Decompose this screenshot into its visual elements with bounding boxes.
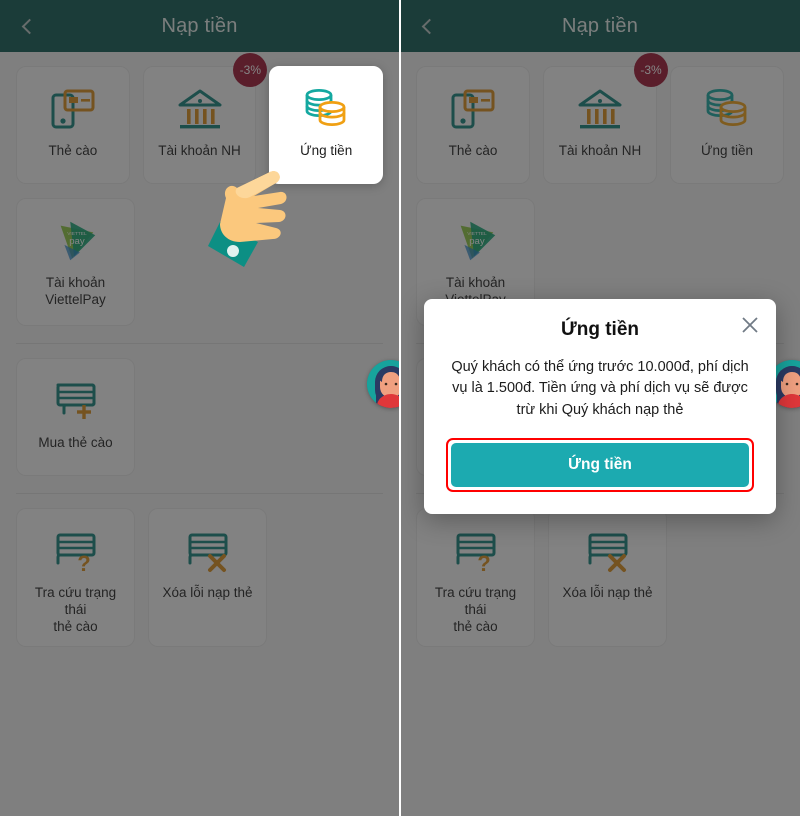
card-question-icon bbox=[50, 523, 102, 579]
topup-methods-row: Thẻ cào -3% Tài khoản NH Ứng tiền bbox=[16, 52, 384, 184]
card-the-cao[interactable]: Thẻ cào bbox=[16, 66, 130, 184]
buy-card-row: Mua thẻ cào bbox=[16, 344, 383, 476]
chevron-left-icon bbox=[421, 18, 437, 34]
back-button[interactable] bbox=[14, 11, 40, 41]
card-label: Xóa lỗi nạp thẻ bbox=[162, 585, 252, 602]
card-label: Ứng tiền bbox=[700, 143, 754, 158]
app-header-2: Nạp tiền bbox=[400, 0, 800, 52]
card-label-line2: thẻ cào bbox=[53, 618, 98, 634]
card-tai-khoan-nh-2[interactable]: -3% Tài khoản NH bbox=[543, 53, 668, 184]
dialog-title: Ứng tiền bbox=[560, 319, 640, 340]
screenshot-root: Nạp tiền Thẻ cào -3% Tài khoản NH Ứng ti… bbox=[0, 0, 800, 816]
app-header: Nạp tiền bbox=[0, 0, 399, 52]
bank-icon bbox=[174, 81, 226, 137]
card-x-icon bbox=[182, 523, 234, 579]
page-title-2: Nạp tiền bbox=[561, 14, 639, 37]
panel-divider bbox=[399, 0, 401, 816]
screen-right: Nạp tiền Thẻ cào -3% Tài khoản NH Ứng ti… bbox=[400, 0, 800, 816]
card-tai-khoan-viettelpay[interactable]: Tài khoản ViettelPay bbox=[16, 198, 135, 326]
card-ung-tien-2[interactable]: Ứng tiền bbox=[670, 66, 784, 184]
card-label: Tra cứu trạng thái thẻ cào bbox=[23, 585, 128, 636]
card-label: Tài khoản NH bbox=[558, 143, 642, 158]
card-label-line1: Tra cứu trạng thái bbox=[434, 585, 517, 617]
card-label: Ứng tiền bbox=[300, 143, 353, 158]
card-label: Tài khoản ViettelPay bbox=[45, 275, 106, 309]
card-label: Tài khoản NH bbox=[158, 143, 241, 158]
screen-left: Nạp tiền Thẻ cào -3% Tài khoản NH Ứng ti… bbox=[0, 0, 399, 816]
close-icon[interactable] bbox=[738, 313, 762, 337]
viettelpay-logo-icon bbox=[451, 213, 501, 269]
card-label-line2: thẻ cào bbox=[453, 618, 498, 634]
coins-icon bbox=[300, 81, 352, 137]
phone-card-icon bbox=[447, 81, 499, 137]
coins-icon bbox=[701, 81, 753, 137]
card-label: Thẻ cào bbox=[448, 143, 498, 158]
card-tra-cuu-trang-thai-2[interactable]: Tra cứu trạng thái thẻ cào bbox=[416, 508, 535, 647]
card-label: Tra cứu trạng thái thẻ cào bbox=[423, 585, 528, 636]
viettelpay-logo-icon bbox=[51, 213, 101, 269]
discount-badge: -3% bbox=[233, 53, 268, 87]
dialog-body-text: Quý khách có thể ứng trước 10.000đ, phí … bbox=[451, 359, 749, 418]
card-tai-khoan-nh[interactable]: -3% Tài khoản NH bbox=[142, 53, 268, 184]
chevron-left-icon bbox=[21, 18, 37, 34]
card-xoa-loi-nap-the-2[interactable]: Xóa lỗi nạp thẻ bbox=[548, 508, 667, 647]
card-label-line2: ViettelPay bbox=[45, 291, 106, 307]
card-label: Mua thẻ cào bbox=[38, 435, 113, 450]
card-label-line1: Xóa lỗi nạp thẻ bbox=[562, 585, 653, 600]
card-plus-icon bbox=[50, 373, 102, 429]
ung-tien-dialog: Ứng tiền Quý khách có thể ứng trước 10.0… bbox=[424, 299, 776, 515]
highlight-box: Ứng tiền bbox=[446, 438, 754, 493]
card-mua-the-cao[interactable]: Mua thẻ cào bbox=[16, 358, 135, 476]
card-ung-tien[interactable]: Ứng tiền bbox=[269, 66, 384, 184]
card-the-cao-2[interactable]: Thẻ cào bbox=[416, 66, 530, 184]
card-label-line1: Tra cứu trạng thái bbox=[34, 585, 117, 617]
back-button-2[interactable] bbox=[414, 11, 440, 41]
screen-left-body: Thẻ cào -3% Tài khoản NH Ứng tiền Tài kh… bbox=[0, 52, 399, 816]
utilities-row-2: Tra cứu trạng thái thẻ cào Xóa lỗi nạp t… bbox=[416, 494, 784, 647]
topup-methods-row-2: Thẻ cào -3% Tài khoản NH Ứng tiền bbox=[416, 52, 784, 184]
card-label-line1: Tài khoản bbox=[45, 275, 106, 290]
card-question-icon bbox=[450, 523, 502, 579]
bank-icon bbox=[574, 81, 626, 137]
utilities-row: Tra cứu trạng thái thẻ cào Xóa lỗi nạp t… bbox=[16, 494, 383, 647]
card-x-icon bbox=[582, 523, 634, 579]
confirm-ung-tien-button[interactable]: Ứng tiền bbox=[451, 443, 749, 488]
card-label: Thẻ cào bbox=[48, 143, 98, 158]
card-label-line1: Tài khoản bbox=[445, 275, 506, 290]
page-title: Nạp tiền bbox=[161, 14, 238, 37]
card-label: Xóa lỗi nạp thẻ bbox=[562, 585, 652, 602]
phone-card-icon bbox=[47, 81, 99, 137]
pointing-hand-icon bbox=[196, 168, 298, 277]
card-xoa-loi-nap-the[interactable]: Xóa lỗi nạp thẻ bbox=[148, 508, 267, 647]
discount-badge: -3% bbox=[634, 53, 668, 87]
card-tra-cuu-trang-thai[interactable]: Tra cứu trạng thái thẻ cào bbox=[16, 508, 135, 647]
card-label-line1: Xóa lỗi nạp thẻ bbox=[162, 585, 253, 600]
